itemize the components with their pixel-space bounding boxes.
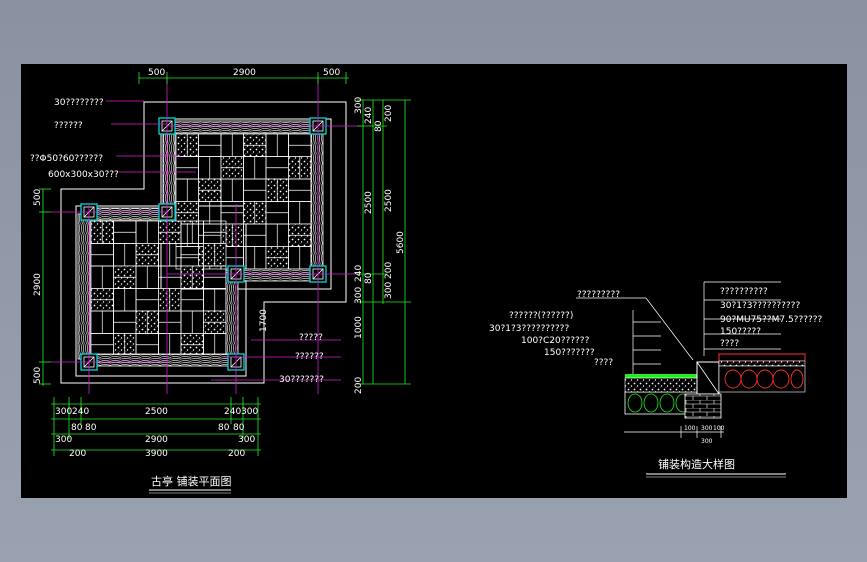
detail-brick-base	[684, 393, 722, 419]
dim-b3-2: 2900	[145, 435, 168, 445]
beam-right	[310, 128, 324, 280]
cad-drawing: 500 2900 500 500 2900 500 300 240 80 250…	[30, 68, 823, 494]
detail-view: ????????? ??????(??????) 30?1?3?????????…	[489, 281, 823, 478]
detail-label-l4: 100?C20??????	[521, 336, 590, 346]
dim-b1-5: 300	[241, 407, 258, 417]
dim-ro-2: 2500	[384, 189, 394, 212]
plan-label-4: 600x300x30???	[48, 170, 119, 180]
dim-ri-3: 80	[374, 120, 384, 132]
dim-ro-4: 200	[384, 262, 394, 279]
dim-left-1: 500	[33, 189, 43, 206]
detail-base-left	[624, 377, 698, 393]
dim-b4-2: 3900	[145, 449, 168, 459]
beam-left-upper	[162, 128, 176, 215]
detail-dim-total: 300	[701, 438, 713, 445]
detail-circles-left	[627, 393, 691, 413]
dim-b2-4: 80	[233, 423, 245, 433]
dim-left-2: 2900	[33, 273, 43, 296]
detail-label-r3: 90?MU75??M7.5??????	[720, 315, 823, 325]
detail-label-l3: 30?1?3??????????	[489, 324, 569, 334]
dim-left-3: 500	[33, 367, 43, 384]
dim-ro-5: 300	[384, 282, 394, 299]
dim-b4-3: 200	[228, 449, 245, 459]
detail-dim-3: 100	[713, 425, 725, 432]
drawing-sheet: 500 2900 500 500 2900 500 300 240 80 250…	[21, 64, 847, 498]
beam-left-lower	[77, 213, 91, 360]
detail-dim-1: 100	[684, 425, 696, 432]
dim-top-1: 500	[148, 68, 165, 78]
detail-label-r4: 150?????	[720, 327, 761, 337]
dim-b1-4: 240	[224, 407, 241, 417]
dim-b4-1: 200	[69, 449, 86, 459]
beam-top	[170, 120, 322, 134]
detail-label-r1: ??????????	[720, 287, 768, 297]
detail-label-l5: 150???????	[544, 348, 595, 358]
detail-label-r2: 30?1?3??????????	[720, 301, 800, 311]
dim-ri-2: 240	[364, 107, 374, 124]
dim-ri-1: 300	[354, 97, 364, 114]
detail-green-strip	[625, 374, 697, 378]
dim-b2-1: 80	[71, 423, 83, 433]
paving-pattern-lower	[90, 220, 227, 357]
detail-label-l1: ?????????	[577, 290, 620, 300]
dim-ro-1: 200	[384, 105, 394, 122]
dim-top-3: 500	[323, 68, 340, 78]
dim-b1-3: 2500	[145, 407, 168, 417]
dim-ri-6: 80	[364, 272, 374, 284]
beam-bottom	[80, 353, 232, 367]
detail-top-slab	[718, 353, 806, 362]
plan-label-3: ??Φ50?60??????	[30, 154, 103, 164]
detail-label-l2: ??????(??????)	[509, 311, 573, 321]
plan-label-7: 30???????	[279, 375, 324, 385]
plan-label-5: ?????	[299, 333, 323, 343]
dim-ri-10: 1700	[259, 309, 269, 332]
dim-b3-1: 300	[55, 435, 72, 445]
dim-b1-1: 300	[55, 407, 72, 417]
paving-pattern-upper	[175, 133, 312, 270]
plan-label-1: 30????????	[54, 98, 104, 108]
dim-b2-3: 80	[218, 423, 230, 433]
detail-dim-2: 300	[701, 425, 713, 432]
dim-b2-2: 80	[85, 423, 97, 433]
detail-mortar	[718, 360, 806, 367]
dim-ro-3: 5600	[396, 231, 406, 254]
detail-label-r5: ????	[720, 339, 739, 349]
dim-ri-9: 1000	[354, 316, 364, 339]
dim-ri-8: 200	[354, 377, 364, 394]
detail-label-l6: ????	[594, 358, 613, 368]
detail-dims: 100 300 100 300	[684, 425, 725, 445]
dim-b3-3: 300	[238, 435, 255, 445]
dim-top-2: 2900	[233, 68, 256, 78]
dim-ri-7: 300	[354, 287, 364, 304]
detail-title: 铺装构造大样图	[658, 457, 735, 471]
plan-title: 古亭 铺装平面图	[151, 474, 232, 488]
dim-ri-4: 2500	[364, 191, 374, 214]
dim-ri-5: 240	[354, 265, 364, 282]
plan-view: 500 2900 500 500 2900 500 300 240 80 250…	[30, 68, 411, 494]
plan-label-6: ??????	[295, 352, 324, 362]
dim-b1-2: 240	[72, 407, 89, 417]
plan-label-2: ??????	[54, 121, 83, 131]
